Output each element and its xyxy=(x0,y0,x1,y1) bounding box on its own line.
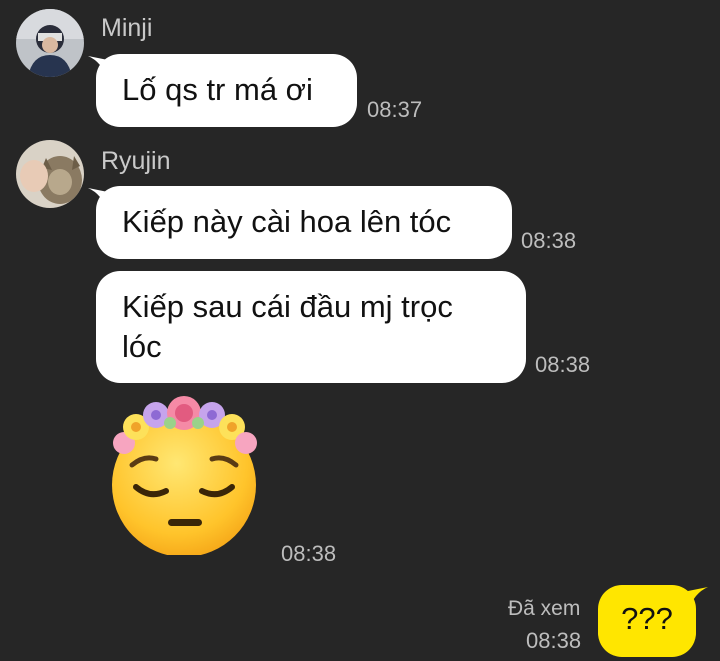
avatar-minji[interactable] xyxy=(16,9,84,77)
avatar-ryujin[interactable] xyxy=(16,140,84,208)
bubble-tail xyxy=(688,587,708,611)
message-text: Kiếp này cài hoa lên tóc xyxy=(122,204,452,239)
message-text: ??? xyxy=(621,601,673,636)
message-text: Kiếp sau cái đầu mj trọc lóc xyxy=(122,289,453,364)
message-bubble-ryujin-2[interactable]: Kiếp sau cái đầu mj trọc lóc xyxy=(96,271,526,383)
message-bubble-me[interactable]: ??? xyxy=(598,585,696,657)
sender-name-ryujin: Ryujin xyxy=(101,147,171,175)
pensive-flower-crown-emoji-sticker[interactable] xyxy=(94,395,274,555)
message-time: 08:38 xyxy=(526,628,582,653)
message-time: 08:38 xyxy=(521,228,577,253)
message-text: Lố qs tr má ơi xyxy=(122,72,313,107)
message-bubble-ryujin-1[interactable]: Kiếp này cài hoa lên tóc xyxy=(96,186,512,259)
read-status: Đã xem xyxy=(508,597,581,620)
message-time: 08:37 xyxy=(367,97,423,122)
sender-name-minji: Minji xyxy=(101,14,153,42)
message-time: 08:38 xyxy=(281,541,337,566)
message-bubble-minji[interactable]: Lố qs tr má ơi xyxy=(96,54,357,127)
message-time: 08:38 xyxy=(535,352,591,377)
